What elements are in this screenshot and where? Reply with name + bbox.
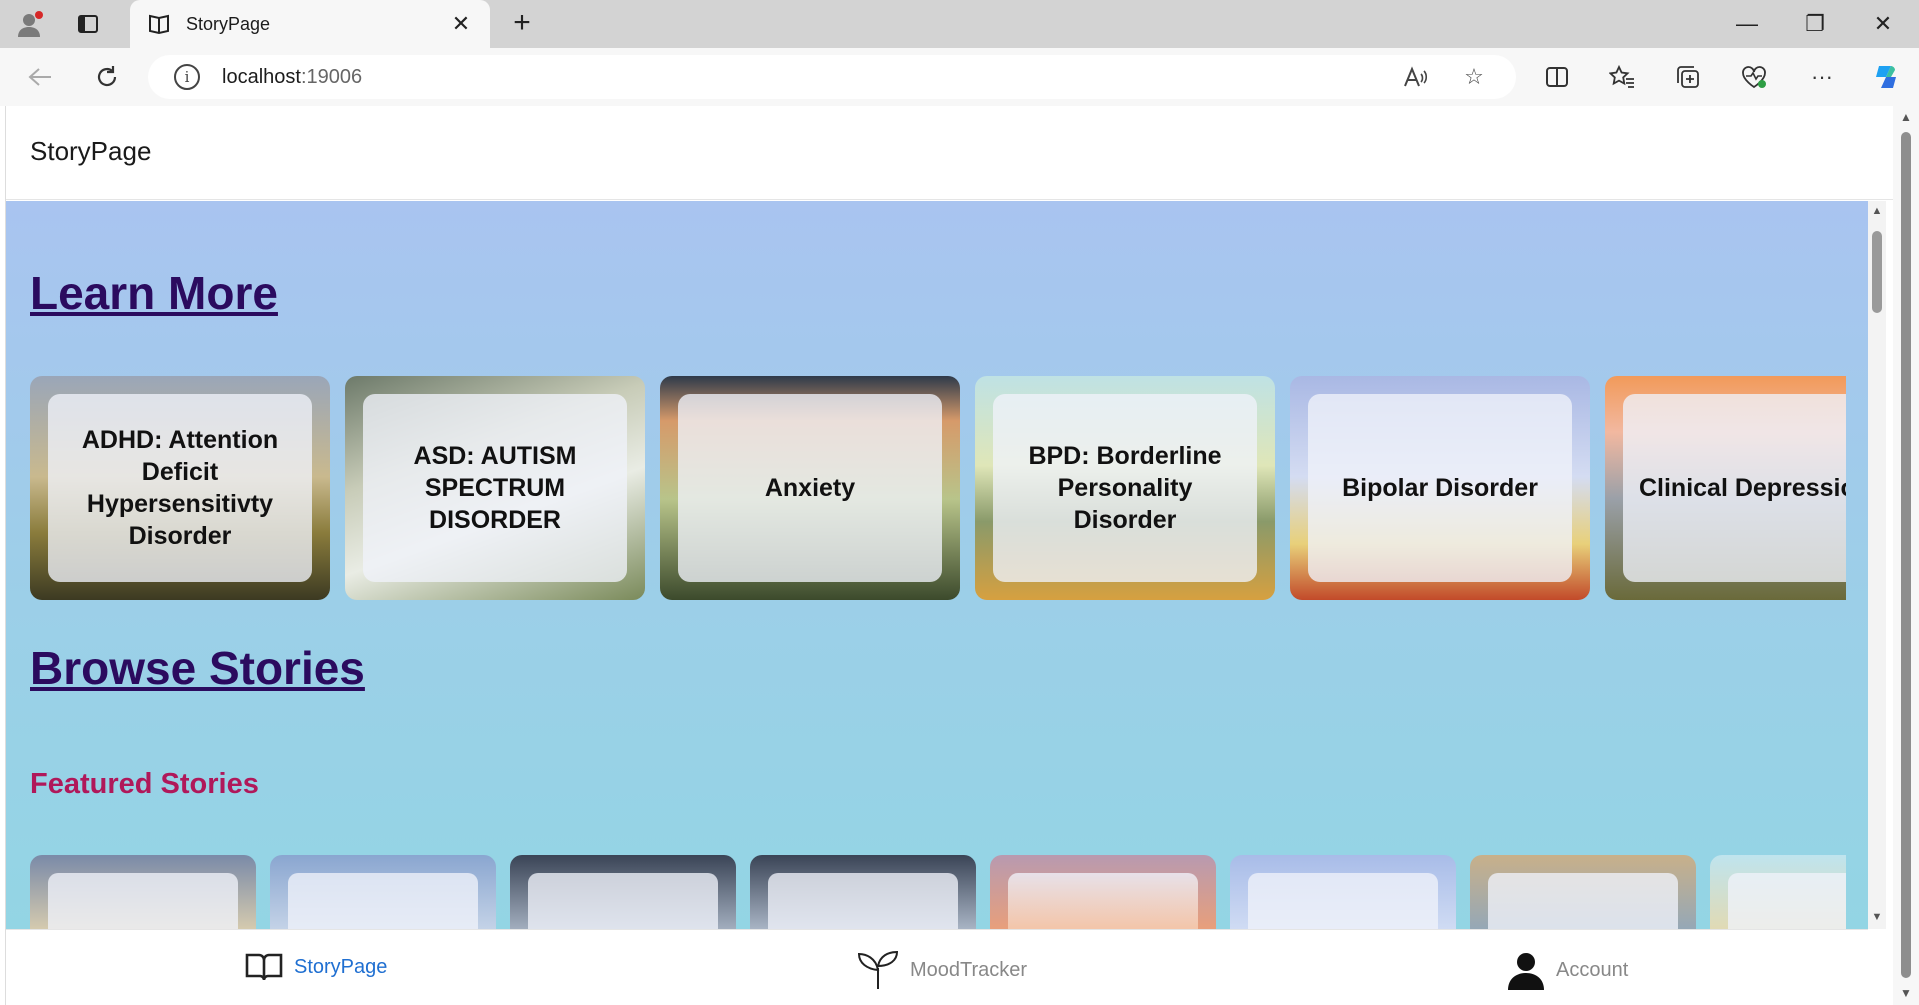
favorites-icon[interactable] — [1604, 59, 1640, 95]
browser-essentials-icon[interactable] — [1736, 59, 1772, 95]
new-tab-button[interactable]: + — [505, 8, 539, 40]
nav-label: Account — [1556, 958, 1629, 981]
content-scrollbar-thumb[interactable] — [1872, 231, 1882, 313]
story-card[interactable] — [30, 855, 256, 929]
minimize-button[interactable]: — — [1724, 8, 1770, 40]
scroll-up-arrow-icon[interactable]: ▲ — [1871, 205, 1883, 217]
learn-card[interactable]: Anxiety — [660, 376, 960, 600]
learn-card-label: ADHD: Attention Deficit Hypersensitivty … — [81, 426, 279, 550]
story-card[interactable] — [1230, 855, 1456, 929]
split-screen-icon[interactable] — [1539, 59, 1575, 95]
open-book-icon — [245, 953, 283, 981]
tab-actions-icon[interactable] — [70, 8, 106, 40]
nav-label: MoodTracker — [910, 958, 1028, 981]
site-info-icon[interactable]: i — [174, 64, 200, 90]
page-scrollbar[interactable]: ▲ ▼ — [1893, 106, 1919, 1005]
app-header: StoryPage — [6, 106, 1894, 200]
sprout-icon — [857, 950, 899, 989]
nav-label: StoryPage — [294, 955, 388, 978]
nav-moodtracker[interactable]: MoodTracker — [856, 950, 1027, 990]
featured-stories-heading: Featured Stories — [30, 768, 259, 800]
content-scrollbar[interactable]: ▲ ▼ — [1868, 201, 1886, 929]
learn-card[interactable]: Bipolar Disorder — [1290, 376, 1590, 600]
page-scroll-down-icon[interactable]: ▼ — [1899, 986, 1913, 1000]
story-card[interactable] — [990, 855, 1216, 929]
learn-card-label: Bipolar Disorder — [1342, 474, 1538, 502]
active-tab[interactable]: StoryPage ✕ — [130, 0, 490, 48]
close-window-button[interactable]: ✕ — [1860, 8, 1906, 40]
scroll-down-arrow-icon[interactable]: ▼ — [1871, 911, 1883, 923]
read-aloud-icon[interactable] — [1402, 63, 1430, 91]
main-scroll-content[interactable]: Learn More ADHD: Attention Deficit Hyper… — [6, 201, 1868, 929]
story-card[interactable] — [1470, 855, 1696, 929]
learn-card-label: Anxiety — [764, 474, 856, 502]
person-icon — [1508, 953, 1544, 990]
page-scroll-up-icon[interactable]: ▲ — [1899, 110, 1913, 124]
story-card[interactable] — [270, 855, 496, 929]
learn-card-label: BPD: Borderline Personality Disorder — [1028, 442, 1222, 534]
restore-button[interactable]: ❐ — [1792, 8, 1838, 40]
favicon-icon — [146, 11, 172, 37]
learn-more-carousel[interactable]: ADHD: Attention Deficit Hypersensitivty … — [30, 376, 1846, 600]
featured-stories-carousel[interactable] — [30, 855, 1846, 929]
story-card[interactable] — [510, 855, 736, 929]
learn-card[interactable]: ASD: AUTISM SPECTRUM DISORDER — [345, 376, 645, 600]
back-arrow-icon[interactable] — [22, 59, 58, 95]
browser-tab-bar: StoryPage ✕ + — ❐ ✕ — [0, 0, 1919, 48]
nav-account[interactable]: Account — [1506, 950, 1628, 990]
app-title: StoryPage — [30, 136, 152, 166]
tab-title: StoryPage — [186, 13, 271, 34]
browser-toolbar: i localhost:19006 ☆ ··· — [0, 48, 1919, 106]
close-tab-icon[interactable]: ✕ — [448, 11, 474, 37]
url-text[interactable]: localhost:19006 — [222, 66, 362, 89]
web-page: StoryPage Learn More ADHD: Attention Def… — [5, 106, 1894, 1005]
learn-card-label: Clinical Depression — [1638, 474, 1846, 502]
story-card[interactable] — [750, 855, 976, 929]
copilot-icon[interactable] — [1868, 59, 1904, 95]
story-card[interactable] — [1710, 855, 1846, 929]
page-scrollbar-thumb[interactable] — [1901, 132, 1911, 978]
learn-card[interactable]: Clinical Depression — [1605, 376, 1846, 600]
collections-icon[interactable] — [1670, 59, 1706, 95]
learn-card-label: ASD: AUTISM SPECTRUM DISORDER — [413, 442, 577, 534]
more-options-icon[interactable]: ··· — [1804, 59, 1840, 95]
learn-more-heading[interactable]: Learn More — [30, 266, 278, 320]
nav-storypage[interactable]: StoryPage — [244, 950, 387, 984]
refresh-icon[interactable] — [89, 59, 125, 95]
learn-card[interactable]: ADHD: Attention Deficit Hypersensitivty … — [30, 376, 330, 600]
address-bar[interactable]: i localhost:19006 ☆ — [148, 55, 1516, 99]
learn-card[interactable]: BPD: Borderline Personality Disorder — [975, 376, 1275, 600]
favorite-star-icon[interactable]: ☆ — [1460, 63, 1488, 91]
profile-icon[interactable] — [12, 8, 48, 40]
browse-stories-heading[interactable]: Browse Stories — [30, 641, 365, 695]
bottom-navigation: StoryPage MoodTracker Account — [6, 929, 1868, 1005]
